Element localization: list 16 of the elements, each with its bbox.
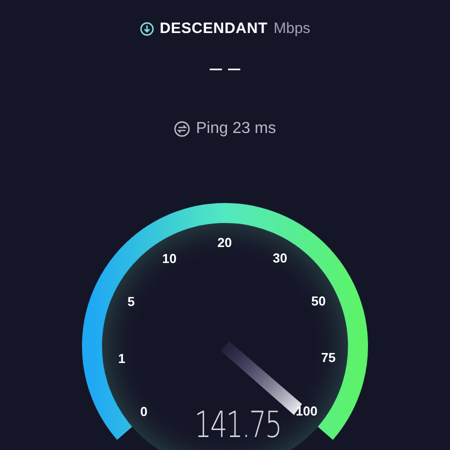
- download-icon: [140, 22, 154, 36]
- unit-label: Mbps: [274, 19, 310, 39]
- gauge-tick-label: 30: [272, 250, 288, 266]
- gauge-tick-label: 20: [217, 234, 232, 250]
- ping-label: Ping 23 ms: [196, 118, 276, 138]
- gauge-tick-label: 1: [118, 350, 126, 366]
- gauge-tick-label: 0: [140, 404, 148, 419]
- result-value: – –: [210, 56, 240, 78]
- speed-reading: 141.75: [194, 408, 281, 444]
- gauge-tick-label: 75: [321, 350, 336, 365]
- gauge-tick-label: 5: [128, 294, 135, 309]
- gauge-tick-label: 100: [296, 402, 318, 418]
- gauge-tick-label: 50: [311, 293, 326, 308]
- ping-icon: [174, 120, 190, 136]
- gauge-tick-label: 10: [162, 250, 177, 266]
- test-title: DESCENDANT: [160, 19, 268, 39]
